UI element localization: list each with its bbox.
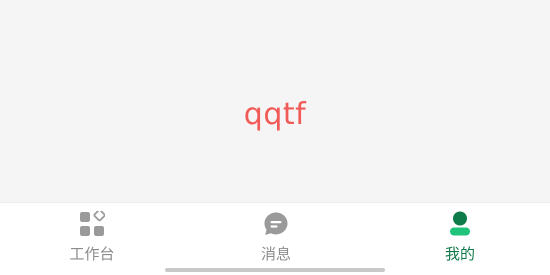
center-text: qqtf xyxy=(243,97,307,132)
grid-icon xyxy=(80,211,105,236)
bottom-tab-bar: 工作台 消息 我的 xyxy=(0,202,550,275)
user-icon xyxy=(450,211,470,236)
tab-messages[interactable]: 消息 xyxy=(216,203,336,263)
home-indicator xyxy=(165,268,385,272)
chat-bubble-icon xyxy=(264,212,288,235)
tab-label-messages: 消息 xyxy=(260,245,291,263)
tab-label-workbench: 工作台 xyxy=(69,245,115,263)
tab-label-profile: 我的 xyxy=(444,245,475,263)
main-content: qqtf xyxy=(0,0,550,202)
tab-workbench[interactable]: 工作台 xyxy=(32,203,152,263)
tab-profile[interactable]: 我的 xyxy=(400,203,520,263)
